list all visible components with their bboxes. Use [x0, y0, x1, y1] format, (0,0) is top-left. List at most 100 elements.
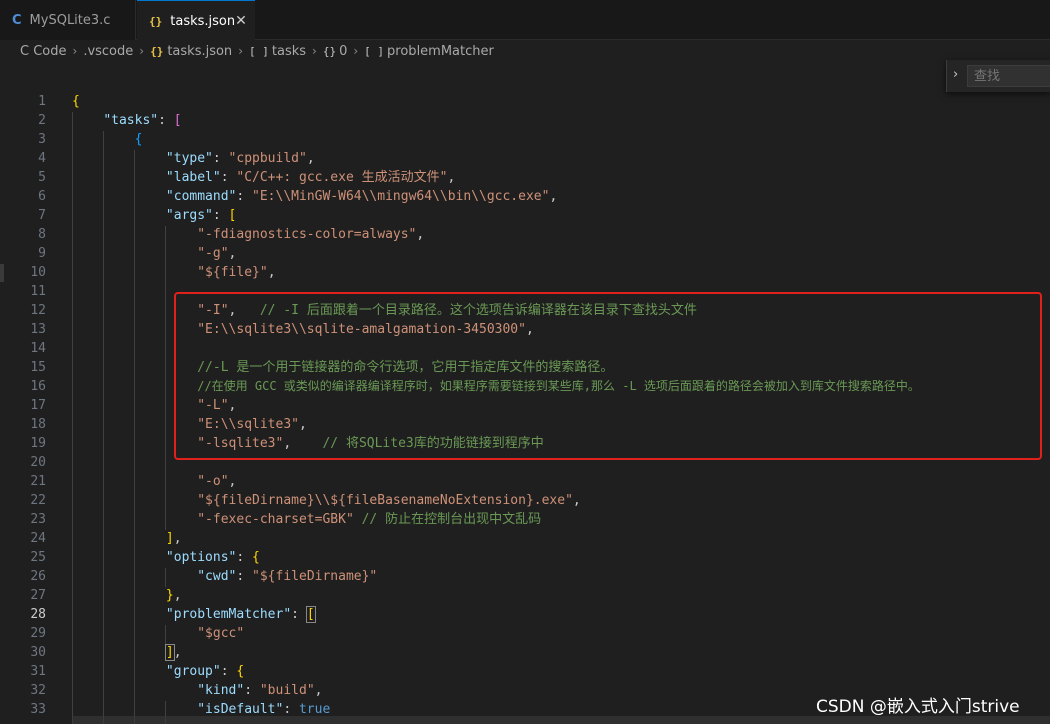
chevron-right-icon: › [353, 44, 359, 58]
breadcrumb-item-tasks[interactable]: tasks [272, 44, 306, 59]
line-number: 14 [30, 341, 46, 356]
code-line: 30 ], [0, 643, 1050, 662]
chevron-right-icon: › [139, 44, 145, 58]
line-number: 17 [30, 398, 46, 413]
line-number: 5 [38, 170, 46, 185]
close-icon[interactable]: ✕ [235, 13, 247, 29]
breadcrumb-item-problemmatcher[interactable]: problemMatcher [387, 44, 494, 59]
line-number: 29 [30, 626, 46, 641]
find-input[interactable] [967, 65, 1050, 87]
json-string: "-fexec-charset=GBK" [197, 512, 354, 527]
line-number: 22 [30, 493, 46, 508]
code-line: 22 "${fileDirname}\\${fileBasenameNoExte… [0, 491, 1050, 510]
json-key: "label" [165, 170, 221, 185]
json-key: "tasks" [103, 113, 159, 128]
line-number: 33 [30, 702, 46, 717]
json-key: "command" [165, 189, 237, 204]
annotation-highlight-box [174, 292, 1042, 460]
json-string: "cppbuild" [228, 151, 307, 166]
json-key: "problemMatcher" [165, 607, 292, 622]
code-line: 3 { [0, 130, 1050, 149]
json-key: "options" [165, 550, 237, 565]
line-number: 9 [38, 246, 46, 261]
tab-label: MySQLite3.c [29, 12, 111, 28]
line-number: 18 [30, 417, 46, 432]
horizontal-scrollbar[interactable] [72, 716, 1050, 724]
json-string: "${fileDirname}\\${fileBasenameNoExtensi… [197, 493, 573, 508]
line-number: 11 [30, 284, 46, 299]
line-number: 27 [30, 588, 46, 603]
line-number: 3 [38, 132, 46, 147]
json-string: "${fileDirname}" [252, 569, 378, 584]
line-number: 23 [30, 512, 46, 527]
chevron-right-icon: › [72, 44, 78, 58]
breadcrumb-item-0[interactable]: 0 [339, 44, 347, 59]
find-widget: › [946, 60, 1050, 92]
line-number: 21 [30, 474, 46, 489]
json-key: "args" [165, 208, 213, 223]
line-number: 6 [38, 189, 46, 204]
code-line: 27 }, [0, 586, 1050, 605]
code-line: 25 "options": { [0, 548, 1050, 567]
line-number: 1 [38, 94, 46, 109]
json-string: "-g" [197, 246, 229, 261]
line-number: 12 [30, 303, 46, 318]
json-key: "group" [165, 664, 221, 679]
line-number: 32 [30, 683, 46, 698]
c-file-icon: C [12, 12, 22, 28]
json-file-icon: {} [149, 14, 163, 28]
line-number: 10 [30, 265, 46, 280]
watermark: CSDN @嵌入式入门strive [816, 697, 1020, 717]
breadcrumb-item-tasks-json[interactable]: tasks.json [167, 44, 232, 59]
breadcrumb-item-vscode[interactable]: .vscode [83, 44, 133, 59]
code-line: 28 "problemMatcher": [ [0, 605, 1050, 624]
code-line: 7 "args": [ [0, 206, 1050, 225]
code-line: 21 "-o", [0, 472, 1050, 491]
code-line: 29 "$gcc" [0, 624, 1050, 643]
line-number: 20 [30, 455, 46, 470]
code-line: 9 "-g", [0, 244, 1050, 263]
breadcrumb: C Code › .vscode › {} tasks.json › [ ] t… [0, 40, 1050, 62]
array-icon: [ ] [249, 44, 269, 58]
json-key: "type" [165, 151, 213, 166]
json-string: "C/C++: gcc.exe 生成活动文件" [236, 170, 448, 185]
line-number: 4 [38, 151, 46, 166]
json-string: "${file}" [197, 265, 268, 280]
line-number: 30 [30, 645, 46, 660]
chevron-right-icon: › [312, 44, 317, 58]
line-number: 19 [30, 436, 46, 451]
breadcrumb-item-c-code[interactable]: C Code [20, 44, 67, 59]
line-number: 31 [30, 664, 46, 679]
json-file-icon: {} [150, 44, 164, 58]
code-line: 23 "-fexec-charset=GBK" // 防止在控制台出现中文乱码 [0, 510, 1050, 529]
tab-bar: C MySQLite3.c {} tasks.json ✕ [0, 0, 1050, 41]
code-line: 26 "cwd": "${fileDirname}" [0, 567, 1050, 586]
line-number: 2 [38, 113, 46, 128]
tab-label: tasks.json [170, 13, 236, 29]
json-string: "-o" [197, 474, 229, 489]
chevron-right-icon[interactable]: › [953, 67, 958, 82]
line-number: 7 [38, 208, 46, 223]
line-number: 28 [30, 607, 46, 622]
code-line: 6 "command": "E:\\MinGW-W64\\mingw64\\bi… [0, 187, 1050, 206]
line-number: 24 [30, 531, 46, 546]
chevron-right-icon: › [238, 44, 243, 58]
tab-tasks-json[interactable]: {} tasks.json ✕ [137, 0, 255, 41]
code-line: 2 "tasks": [ [0, 111, 1050, 130]
code-line: 8 "-fdiagnostics-color=always", [0, 225, 1050, 244]
line-number: 25 [30, 550, 46, 565]
tab-mysqlite3-c[interactable]: C MySQLite3.c [0, 0, 136, 40]
json-boolean: true [298, 702, 331, 717]
line-number: 8 [38, 227, 46, 242]
code-line: 31 "group": { [0, 662, 1050, 681]
line-number: 13 [30, 322, 46, 337]
code-line: 1{ [0, 92, 1050, 111]
code-line: 10 "${file}", [0, 263, 1050, 282]
line-number: 15 [30, 360, 46, 375]
json-key: "isDefault" [197, 702, 284, 717]
json-string: "build" [259, 683, 315, 698]
object-icon: {} [322, 44, 337, 58]
json-string: "-fdiagnostics-color=always" [197, 227, 417, 242]
json-string: "$gcc" [197, 626, 245, 641]
array-icon: [ ] [364, 44, 385, 58]
